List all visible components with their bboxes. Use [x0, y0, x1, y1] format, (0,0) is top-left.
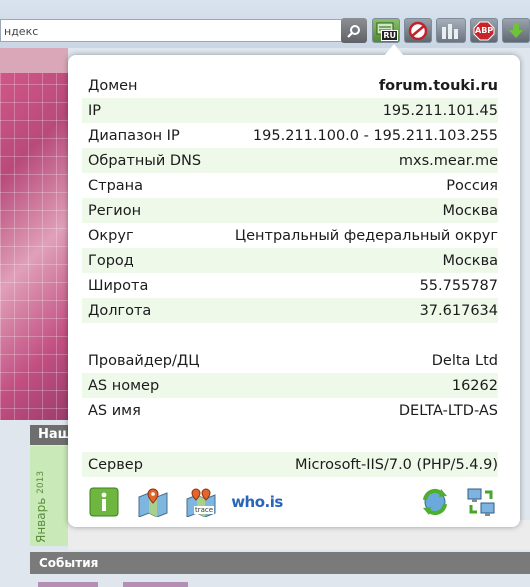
calendar-month: Январь 2013 [34, 470, 48, 543]
info-row: AS номер 16262 [82, 373, 498, 398]
info-row: Страна Россия [88, 173, 498, 198]
info-button[interactable] [88, 486, 120, 518]
info-row-label: Сервер [88, 456, 143, 473]
info-row: Диапазон IP 195.211.100.0 - 195.211.103.2… [88, 123, 498, 148]
info-row-value[interactable]: mxs.mear.me [399, 153, 498, 169]
info-row: Регион Москва [82, 198, 498, 223]
info-row: Домен forum.touki.ru [88, 73, 498, 98]
info-row: Город Москва [82, 248, 498, 273]
background-strip [0, 48, 68, 73]
bars-icon [442, 24, 458, 39]
info-row-label: AS номер [88, 377, 160, 394]
whois-link[interactable]: who.is [231, 486, 283, 518]
info-row-value[interactable]: 37.617634 [420, 303, 498, 319]
info-row: Провайдер/ДЦ Delta Ltd [88, 348, 498, 373]
info-row: Округ Центральный федеральный округ [88, 223, 498, 248]
refresh-globe-icon [423, 488, 447, 516]
info-row-value[interactable]: Москва [442, 253, 498, 269]
ip-info-extension-button[interactable]: RU [372, 18, 400, 43]
network-button[interactable] [464, 486, 498, 518]
info-row-value[interactable]: 16262 [452, 378, 498, 394]
country-flag-badge: RU [381, 30, 398, 41]
info-row: IP 195.211.101.45 [82, 98, 498, 123]
bottom-thumbnails [38, 582, 530, 587]
blocker-extension-button[interactable] [404, 18, 432, 43]
info-row: Сервер Microsoft-IIS/7.0 (PHP/5.4.9) [82, 452, 498, 477]
section-header: Нащ [30, 425, 72, 445]
info-row: Долгота 37.617634 [82, 298, 498, 323]
info-row-value[interactable]: 55.755787 [420, 278, 498, 294]
info-row-label: Провайдер/ДЦ [88, 352, 200, 369]
download-extension-button[interactable] [502, 18, 530, 43]
map-button[interactable] [136, 486, 170, 518]
info-row-value[interactable]: DELTA-LTD-AS [399, 403, 498, 419]
info-row-label: IP [88, 102, 102, 119]
info-row-value[interactable]: Microsoft-IIS/7.0 (PHP/5.4.9) [295, 457, 498, 473]
network-computers-icon [467, 488, 495, 516]
refresh-button[interactable] [418, 486, 452, 518]
background-photo-grid [0, 48, 68, 420]
info-row-value[interactable]: Россия [446, 178, 498, 194]
search-icon [347, 24, 360, 38]
info-row: Обратный DNS mxs.mear.me [82, 148, 498, 173]
abp-label: ABP [475, 26, 494, 35]
info-row-label: Долгота [88, 302, 152, 319]
info-row-label: Домен [88, 77, 138, 94]
no-entry-icon [408, 21, 428, 41]
trace-label: trace [194, 506, 215, 514]
trace-map-button[interactable]: trace [184, 486, 218, 518]
info-row-value[interactable]: 195.211.100.0 - 195.211.103.255 [253, 128, 498, 144]
search-button[interactable] [341, 18, 367, 43]
info-row-label: Регион [88, 202, 142, 219]
info-row-value[interactable]: Центральный федеральный округ [235, 228, 498, 244]
popup-caret [384, 44, 404, 56]
info-row: Широта 55.755787 [88, 273, 498, 298]
info-row-label: Город [88, 252, 134, 269]
info-row-label: Страна [88, 177, 144, 194]
info-row-label: Округ [88, 227, 134, 244]
search-input[interactable]: ндекс [0, 19, 346, 42]
info-row-label: Широта [88, 277, 149, 294]
events-header: События [30, 552, 530, 574]
adblock-extension-button[interactable]: ABP [470, 18, 498, 43]
info-row-label: Обратный DNS [88, 152, 202, 169]
info-row: AS имя DELTA-LTD-AS [88, 398, 498, 423]
info-row-value[interactable]: Delta Ltd [432, 353, 498, 369]
map-icon [138, 488, 168, 517]
info-row-label: AS имя [88, 402, 141, 419]
info-icon [89, 487, 119, 517]
info-row-value[interactable]: Москва [442, 203, 498, 219]
whois-label: who.is [231, 493, 283, 511]
download-arrow-icon [509, 23, 523, 38]
info-row-label: Диапазон IP [88, 127, 180, 144]
stats-extension-button[interactable] [436, 18, 466, 43]
info-row-value[interactable]: 195.211.101.45 [383, 103, 498, 119]
info-row-value[interactable]: forum.touki.ru [379, 78, 498, 94]
